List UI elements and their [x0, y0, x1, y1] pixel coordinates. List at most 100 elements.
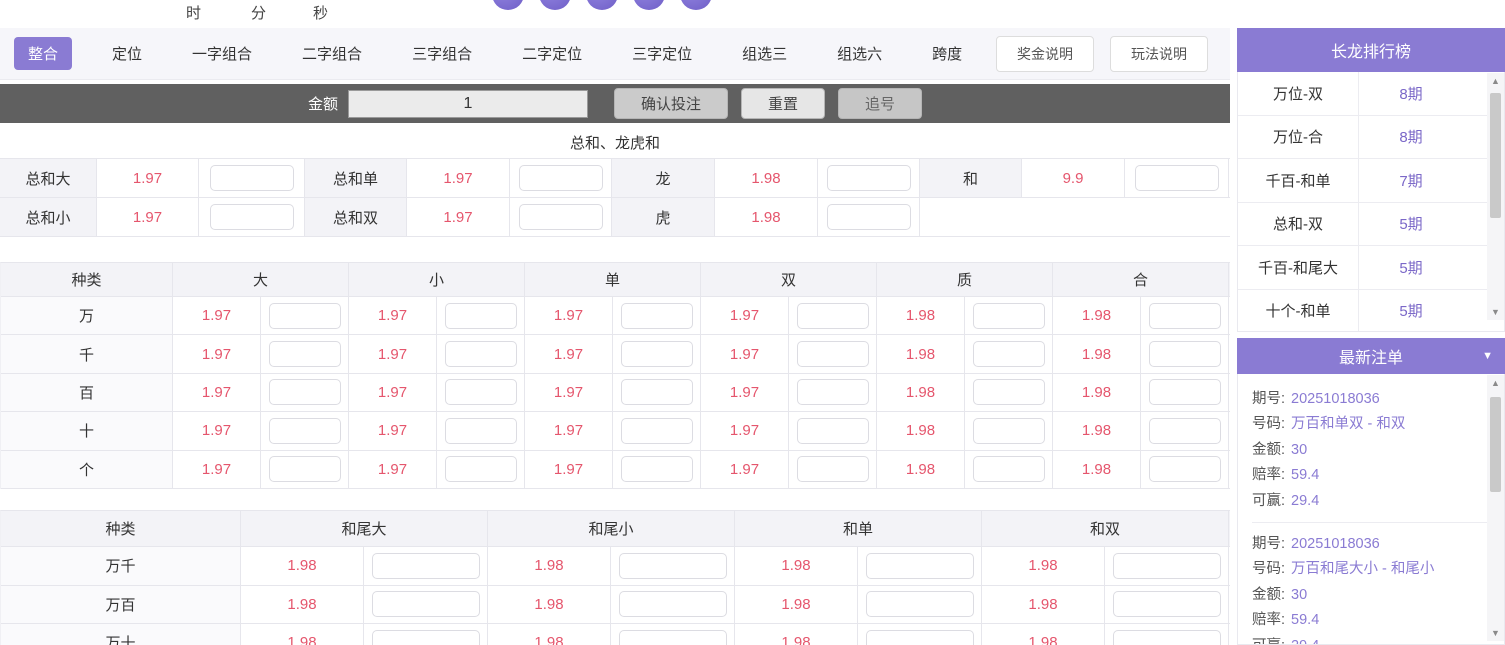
odds-value: 1.98 [877, 412, 965, 450]
ranking-row[interactable]: 万位-合 8期 [1238, 115, 1504, 159]
bet-amount-input[interactable] [371, 552, 480, 579]
bet-amount-input[interactable] [444, 456, 517, 483]
countdown-second-label: 秒 [313, 5, 329, 22]
tab-整合[interactable]: 整合 [14, 37, 73, 70]
bet-amount-input[interactable] [268, 341, 341, 368]
bet-amount-input[interactable] [444, 302, 517, 329]
scroll-down-icon[interactable]: ▼ [1487, 304, 1504, 320]
bet-amount-input[interactable] [796, 302, 869, 329]
bet-amount-input[interactable] [268, 417, 341, 444]
bet-amount-input[interactable] [518, 165, 603, 191]
table-row: 千 1.97 1.97 1.97 1.97 1.98 1.98 [1, 335, 1230, 374]
order-field: 期号: 20251018036 [1252, 532, 1504, 557]
bet-amount-input[interactable] [796, 456, 869, 483]
bet-amount-input[interactable] [865, 629, 974, 645]
ranking-row[interactable]: 千百-和尾大 5期 [1238, 246, 1504, 290]
bet-amount-input[interactable] [1148, 302, 1221, 329]
bet-amount-input[interactable] [1148, 456, 1221, 483]
bet-amount-input[interactable] [1134, 165, 1219, 191]
bet-amount-input[interactable] [620, 302, 693, 329]
scroll-up-icon[interactable]: ▲ [1487, 73, 1504, 89]
row-label: 千 [1, 335, 173, 373]
bet-amount-input[interactable] [444, 379, 517, 406]
bet-amount-input[interactable] [518, 204, 603, 230]
scroll-down-icon[interactable]: ▼ [1487, 625, 1504, 641]
bet-amount-input[interactable] [1148, 379, 1221, 406]
bet-amount-input[interactable] [209, 204, 294, 230]
bet-input-cell [965, 297, 1053, 335]
ranking-row[interactable]: 千百-和单 7期 [1238, 159, 1504, 203]
ranking-streak: 5期 [1399, 303, 1423, 321]
amount-input[interactable] [347, 89, 588, 118]
ranking-scrollbar[interactable]: ▲ ▼ [1487, 73, 1504, 320]
bet-amount-input[interactable] [972, 456, 1045, 483]
collapse-caret-icon[interactable]: ▼ [1482, 350, 1493, 362]
order-field-value: 30 [1291, 586, 1308, 603]
tab-三字组合[interactable]: 三字组合 [402, 37, 482, 70]
bet-amount-input[interactable] [826, 165, 911, 191]
result-ball [492, 0, 524, 10]
bet-amount-input[interactable] [1112, 591, 1221, 618]
table-row: 万十 1.98 1.98 1.98 1.98 [1, 624, 1230, 645]
bet-amount-input[interactable] [444, 341, 517, 368]
bet-amount-input[interactable] [618, 629, 727, 645]
tab-二字组合[interactable]: 二字组合 [292, 37, 372, 70]
tab-三字定位[interactable]: 三字定位 [622, 37, 702, 70]
ranking-scroll-thumb[interactable] [1490, 93, 1501, 218]
bet-amount-input[interactable] [826, 204, 911, 230]
confirm-bet-button[interactable]: 确认投注 [613, 88, 728, 119]
bet-amount-input[interactable] [796, 417, 869, 444]
ranking-name: 千百-和尾大 [1238, 246, 1359, 289]
reset-button[interactable]: 重置 [741, 88, 826, 119]
bet-amount-input[interactable] [865, 591, 974, 618]
bet-input-cell [364, 624, 488, 645]
bet-amount-input[interactable] [972, 302, 1045, 329]
bet-amount-input[interactable] [268, 379, 341, 406]
prize-info-button[interactable]: 奖金说明 [996, 36, 1094, 72]
ranking-row[interactable]: 总和-双 5期 [1238, 202, 1504, 246]
bet-input-cell [789, 373, 877, 412]
bet-input-cell [818, 159, 920, 197]
bet-amount-input[interactable] [268, 456, 341, 483]
bet-amount-input[interactable] [620, 341, 693, 368]
bet-amount-input[interactable] [444, 417, 517, 444]
bet-amount-input[interactable] [620, 379, 693, 406]
tab-一字组合[interactable]: 一字组合 [182, 37, 262, 70]
bet-amount-input[interactable] [972, 379, 1045, 406]
tab-组选六[interactable]: 组选六 [827, 37, 892, 70]
tab-二字定位[interactable]: 二字定位 [512, 37, 592, 70]
tab-组选三[interactable]: 组选三 [732, 37, 797, 70]
bet-amount-input[interactable] [371, 629, 480, 645]
bet-amount-input[interactable] [972, 341, 1045, 368]
bet-amount-input[interactable] [1148, 341, 1221, 368]
bet-input-cell [437, 373, 525, 412]
rules-info-button[interactable]: 玩法说明 [1110, 36, 1208, 72]
bet-amount-input[interactable] [618, 591, 727, 618]
odds-label: 总和小 [0, 198, 97, 236]
ranking-row[interactable]: 万位-双 8期 [1238, 72, 1504, 116]
ranking-row[interactable]: 十个-和单 5期 [1238, 289, 1504, 331]
bet-amount-input[interactable] [1112, 552, 1221, 579]
bet-amount-input[interactable] [972, 417, 1045, 444]
bet-amount-input[interactable] [618, 552, 727, 579]
chase-number-button[interactable]: 追号 [838, 88, 923, 119]
ranking-streak: 8期 [1399, 129, 1423, 147]
bet-amount-input[interactable] [209, 165, 294, 191]
bet-amount-input[interactable] [620, 417, 693, 444]
countdown-strip: 时 分 秒 [0, 0, 1230, 28]
bet-amount-input[interactable] [796, 379, 869, 406]
bet-input-cell [789, 335, 877, 373]
tab-跨度[interactable]: 跨度 [922, 37, 972, 70]
bet-amount-input[interactable] [1112, 629, 1221, 645]
bet-amount-input[interactable] [796, 341, 869, 368]
bet-amount-input[interactable] [865, 552, 974, 579]
help-buttons: 奖金说明 玩法说明 [996, 28, 1208, 80]
orders-scroll-thumb[interactable] [1490, 397, 1501, 492]
scroll-up-icon[interactable]: ▲ [1487, 375, 1504, 391]
bet-amount-input[interactable] [268, 302, 341, 329]
bet-amount-input[interactable] [620, 456, 693, 483]
bet-amount-input[interactable] [1148, 417, 1221, 444]
orders-scrollbar[interactable]: ▲ ▼ [1487, 375, 1504, 641]
tab-定位[interactable]: 定位 [102, 37, 152, 70]
bet-amount-input[interactable] [371, 591, 480, 618]
